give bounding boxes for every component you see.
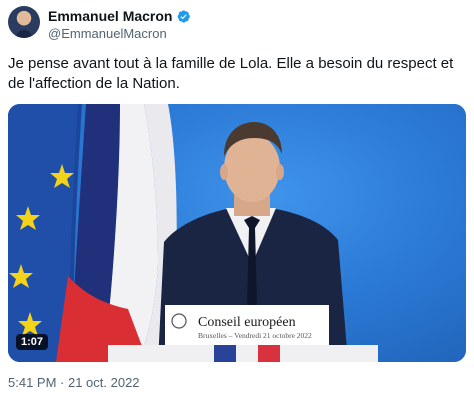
author-name[interactable]: Emmanuel Macron bbox=[48, 8, 172, 24]
podium-title: Conseil européen bbox=[198, 315, 296, 330]
author-name-row: Emmanuel Macron bbox=[48, 8, 191, 24]
verified-badge-icon bbox=[178, 9, 191, 23]
tweet-timestamp[interactable]: 5:41 PM · 21 oct. 2022 bbox=[8, 375, 140, 390]
tweet-text: Je pense avant tout à la famille de Lola… bbox=[8, 55, 454, 92]
video-frame: Conseil européen Bruxelles – Vendredi 21… bbox=[8, 104, 378, 362]
tweet-header: Emmanuel Macron @EmmanuelMacron bbox=[8, 6, 308, 42]
podium-subtitle: Bruxelles – Vendredi 21 octobre 2022 bbox=[198, 331, 312, 340]
video-duration: 1:07 bbox=[16, 334, 49, 350]
video-player[interactable]: Conseil européen Bruxelles – Vendredi 21… bbox=[8, 104, 466, 362]
avatar[interactable] bbox=[8, 6, 40, 38]
author-handle[interactable]: @EmmanuelMacron bbox=[48, 26, 167, 41]
